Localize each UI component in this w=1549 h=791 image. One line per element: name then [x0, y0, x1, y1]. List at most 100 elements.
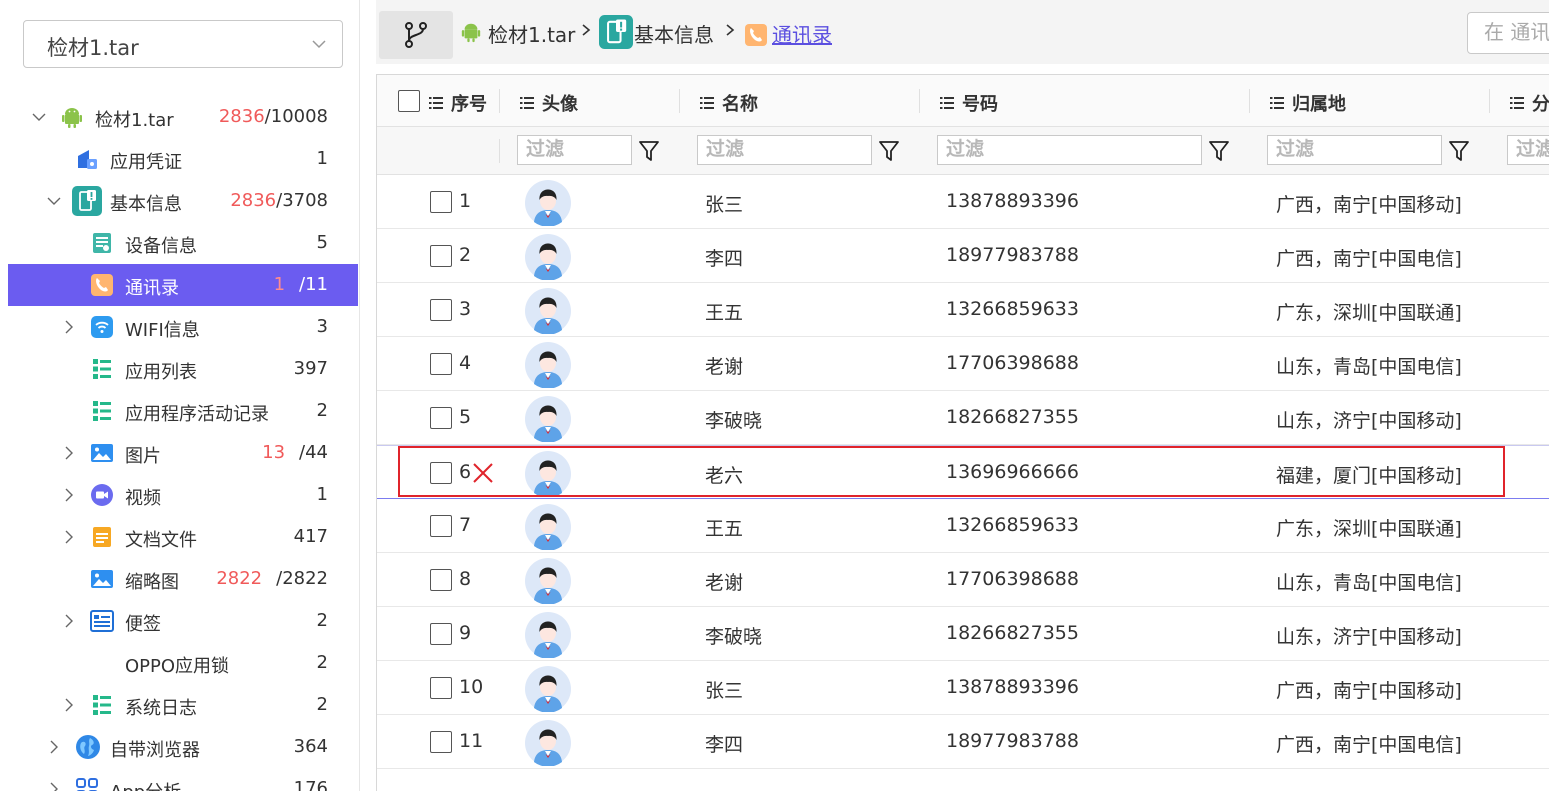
- column-divider[interactable]: [1489, 89, 1490, 113]
- filter-number[interactable]: [937, 135, 1202, 165]
- tree-item-app-analysis[interactable]: App分析 176: [8, 768, 358, 791]
- contact-location: 广西，南宁[中国电信]: [1276, 734, 1462, 756]
- tree-item-notes[interactable]: 便签 2: [8, 600, 358, 642]
- tree-item-count: 2: [316, 652, 328, 673]
- filter-category[interactable]: [1507, 135, 1549, 165]
- tree-item-wifi[interactable]: WIFI信息 3: [8, 306, 358, 348]
- tree-item-app-list[interactable]: 应用列表 397: [8, 348, 358, 390]
- table-row[interactable]: 8 老谢 17706398688 山东，青岛[中国电信]: [377, 553, 1549, 607]
- table-row[interactable]: 5 李破晓 18266827355 山东，济宁[中国移动]: [377, 391, 1549, 445]
- tree-item-label: WIFI信息: [125, 320, 200, 341]
- tree-item-label: 文档文件: [125, 530, 197, 551]
- contact-number: 17706398688: [946, 352, 1079, 374]
- tree-item-thumbnails[interactable]: 缩略图 2822/2822: [8, 558, 358, 600]
- column-header-avatar[interactable]: 头像: [520, 90, 578, 116]
- document-icon: [93, 527, 111, 547]
- tree-item-system-log[interactable]: 系统日志 2: [8, 684, 358, 726]
- table-row[interactable]: 1 张三 13878893396 广西，南宁[中国移动]: [377, 175, 1549, 229]
- table-row[interactable]: 7 王五 13266859633 广东，深圳[中国联通]: [377, 499, 1549, 553]
- tree-item-contacts[interactable]: 通讯录 1/11: [8, 264, 358, 306]
- filter-input[interactable]: [526, 138, 623, 160]
- tree-item-basic-info[interactable]: 基本信息 2836/3708: [8, 180, 358, 222]
- tree-item-count: 2: [316, 694, 328, 715]
- row-checkbox[interactable]: [430, 462, 452, 484]
- chevron-down-icon[interactable]: [32, 110, 46, 124]
- filter-input[interactable]: [1516, 138, 1549, 160]
- breadcrumb-current[interactable]: 通讯录: [772, 19, 832, 48]
- table-row[interactable]: 11 李四 18977983788 广西，南宁[中国电信]: [377, 715, 1549, 769]
- search-input[interactable]: [1484, 20, 1549, 44]
- filter-funnel-icon[interactable]: [879, 140, 899, 162]
- chevron-right-icon[interactable]: [62, 446, 76, 460]
- image-icon: [91, 444, 113, 462]
- row-index: 10: [459, 676, 484, 698]
- device-select[interactable]: 检材1.tar: [23, 20, 343, 68]
- column-header-index[interactable]: 序号: [429, 90, 487, 116]
- chevron-right-icon[interactable]: [47, 782, 61, 791]
- tree-item-oppo-app-lock[interactable]: OPPO应用锁 2: [8, 642, 358, 684]
- row-checkbox[interactable]: [430, 677, 452, 699]
- tree-item-evidence[interactable]: 检材1.tar 2836/10008: [8, 96, 358, 138]
- filter-input[interactable]: [706, 138, 854, 160]
- tree-item-browser[interactable]: 自带浏览器 364: [8, 726, 358, 768]
- breadcrumb-root[interactable]: 检材1.tar: [488, 19, 575, 48]
- tree-item-app-activity[interactable]: 应用程序活动记录 2: [8, 390, 358, 432]
- row-checkbox[interactable]: [430, 569, 452, 591]
- tree-item-app-credentials[interactable]: 应用凭证 1: [8, 138, 358, 180]
- filter-funnel-icon[interactable]: [1449, 140, 1469, 162]
- search-box[interactable]: [1467, 12, 1549, 54]
- chevron-down-icon: [312, 40, 326, 49]
- table-row[interactable]: 9 李破晓 18266827355 山东，济宁[中国移动]: [377, 607, 1549, 661]
- chevron-right-icon[interactable]: [47, 740, 61, 754]
- column-header-location[interactable]: 归属地: [1270, 90, 1346, 116]
- table-row[interactable]: 10 张三 13878893396 广西，南宁[中国移动]: [377, 661, 1549, 715]
- filter-avatar[interactable]: [517, 135, 632, 165]
- row-checkbox[interactable]: [430, 299, 452, 321]
- contact-number: 13266859633: [946, 298, 1079, 320]
- breadcrumb-level1[interactable]: 基本信息: [634, 19, 714, 48]
- branch-button[interactable]: [379, 11, 453, 59]
- row-checkbox[interactable]: [430, 245, 452, 267]
- table-row[interactable]: 4 老谢 17706398688 山东，青岛[中国电信]: [377, 337, 1549, 391]
- column-header-category[interactable]: 分类: [1510, 90, 1549, 116]
- image-icon: [91, 570, 113, 588]
- filter-name[interactable]: [697, 135, 872, 165]
- tree-item-videos[interactable]: 视频 1: [8, 474, 358, 516]
- column-divider[interactable]: [1249, 89, 1250, 113]
- row-checkbox[interactable]: [430, 731, 452, 753]
- row-checkbox[interactable]: [430, 353, 452, 375]
- column-divider[interactable]: [919, 89, 920, 113]
- chevron-right-icon[interactable]: [62, 320, 76, 334]
- tree-item-label: 便签: [125, 614, 161, 635]
- chevron-right-icon[interactable]: [62, 530, 76, 544]
- tree-item-documents[interactable]: 文档文件 417: [8, 516, 358, 558]
- select-all-checkbox[interactable]: [398, 90, 420, 112]
- row-index: 3: [459, 298, 472, 320]
- filter-funnel-icon[interactable]: [639, 140, 659, 162]
- filter-input[interactable]: [946, 138, 1170, 160]
- tree-item-images[interactable]: 图片 13/44: [8, 432, 358, 474]
- filter-funnel-icon[interactable]: [1209, 140, 1229, 162]
- chevron-down-icon[interactable]: [47, 194, 61, 208]
- breadcrumb-bar: 检材1.tar 基本信息 通讯录: [376, 0, 1549, 64]
- row-checkbox[interactable]: [430, 407, 452, 429]
- chevron-right-icon[interactable]: [62, 698, 76, 712]
- row-checkbox[interactable]: [430, 623, 452, 645]
- column-divider[interactable]: [499, 89, 500, 113]
- table-row[interactable]: 6 老六 13696966666 福建，厦门[中国移动]: [377, 445, 1549, 499]
- column-divider[interactable]: [679, 89, 680, 113]
- tree-item-device-info[interactable]: 设备信息 5: [8, 222, 358, 264]
- table-row[interactable]: 2 李四 18977983788 广西，南宁[中国电信]: [377, 229, 1549, 283]
- chevron-right-icon[interactable]: [62, 614, 76, 628]
- phone-info-icon: [599, 15, 633, 49]
- column-header-name[interactable]: 名称: [700, 90, 758, 116]
- row-checkbox[interactable]: [430, 515, 452, 537]
- app-root: 检材1.tar 检材1.tar 2836/10008 应用凭证 1 基本信息 2…: [0, 0, 1549, 791]
- column-header-number[interactable]: 号码: [940, 90, 998, 116]
- row-checkbox[interactable]: [430, 191, 452, 213]
- filter-location[interactable]: [1267, 135, 1442, 165]
- tree-item-count: 2836/3708: [230, 190, 328, 211]
- chevron-right-icon[interactable]: [62, 488, 76, 502]
- filter-input[interactable]: [1276, 138, 1424, 160]
- table-row[interactable]: 3 王五 13266859633 广东，深圳[中国联通]: [377, 283, 1549, 337]
